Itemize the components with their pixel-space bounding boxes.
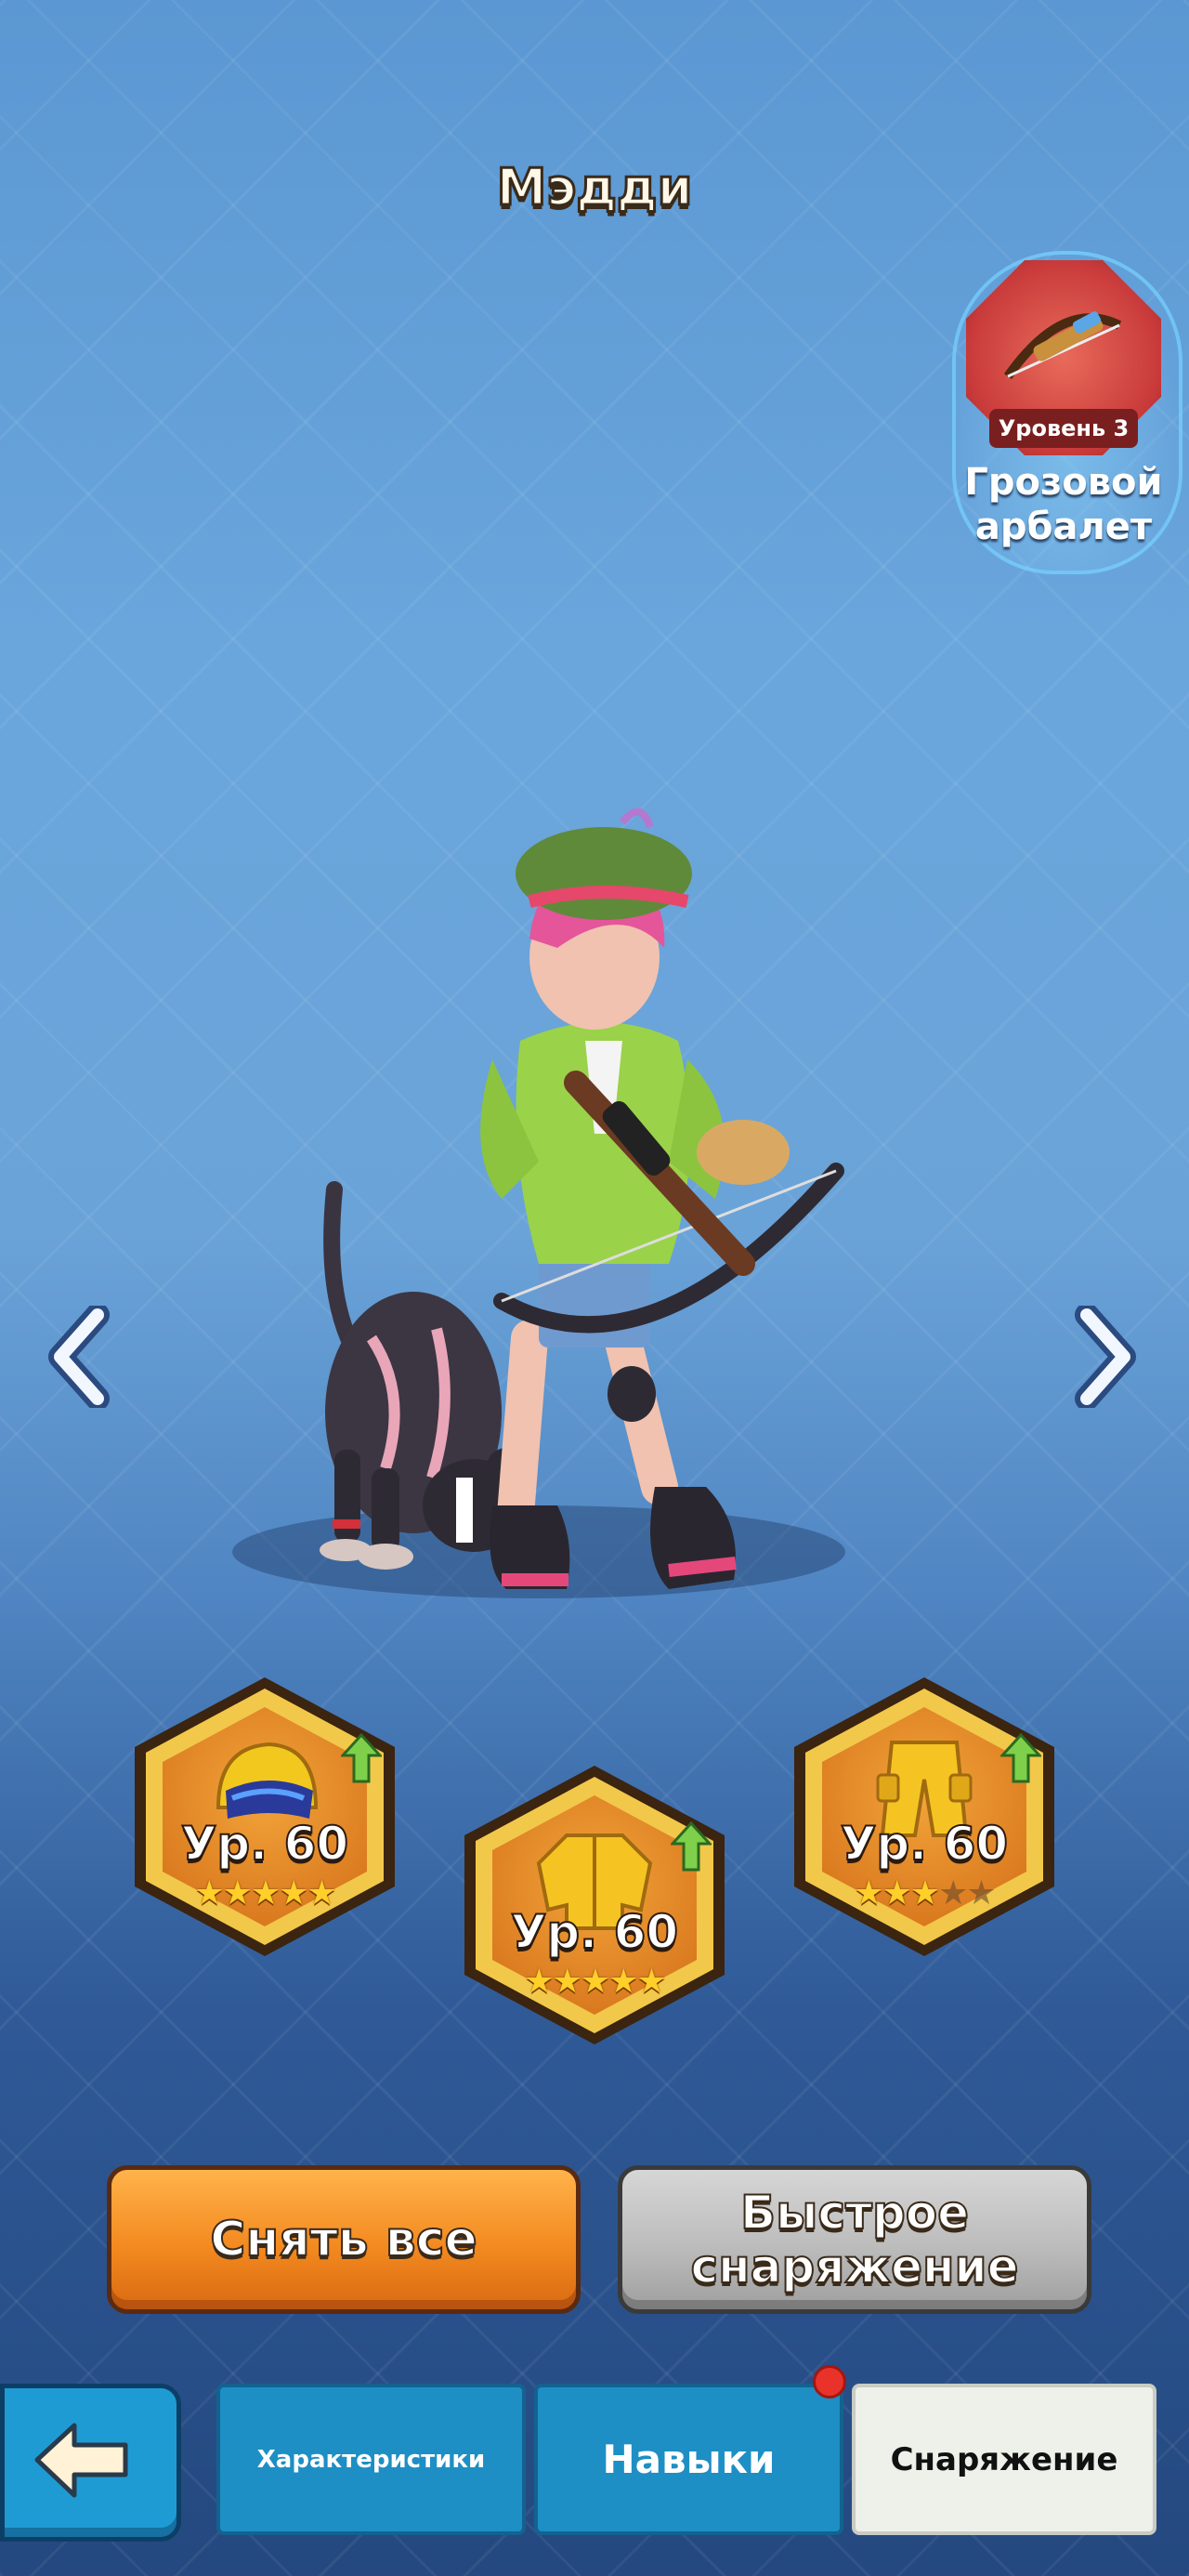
upgrade-arrow-icon <box>341 1733 382 1783</box>
gear-slot-helmet[interactable]: Ур. 60 ★★★★★ <box>135 1677 395 1956</box>
star-filled-icon: ★ <box>854 1874 883 1912</box>
star-filled-icon: ★ <box>194 1874 224 1912</box>
crossbow-icon <box>1003 311 1122 379</box>
star-filled-icon: ★ <box>307 1874 336 1912</box>
gear-slot-jacket[interactable]: Ур. 60 ★★★★★ <box>464 1766 725 2044</box>
gear-level: Ур. 60 <box>180 1816 349 1872</box>
star-filled-icon: ★ <box>250 1874 281 1912</box>
upgrade-arrow-icon <box>671 1821 712 1872</box>
upgrade-arrow-icon <box>1000 1733 1041 1783</box>
tab-skills-label: Навыки <box>602 2437 776 2482</box>
weapon-name: Грозовой арбалет <box>938 460 1189 549</box>
weapon-name-line1: Грозовой <box>964 461 1163 504</box>
star-filled-icon: ★ <box>608 1963 638 2001</box>
weapon-badge[interactable]: Уровень 3 Грозовой арбалет <box>952 251 1182 574</box>
weapon-level: Уровень 3 <box>989 409 1138 448</box>
tab-characteristics[interactable]: Характеристики <box>216 2384 526 2535</box>
tab-skills[interactable]: Навыки <box>534 2384 843 2535</box>
star-empty-icon: ★ <box>966 1874 996 1912</box>
star-filled-icon: ★ <box>222 1874 253 1912</box>
star-filled-icon: ★ <box>909 1874 940 1912</box>
star-filled-icon: ★ <box>524 1963 554 2001</box>
gear-stars: ★★★★★ <box>794 1874 1054 1912</box>
star-filled-icon: ★ <box>882 1874 912 1912</box>
gear-stars: ★★★★★ <box>464 1963 725 2001</box>
girl-hero <box>480 808 844 1589</box>
star-filled-icon: ★ <box>552 1963 582 2001</box>
gear-slot-pants[interactable]: Ур. 60 ★★★★★ <box>794 1677 1054 1956</box>
gear-level: Ур. 60 <box>840 1816 1009 1872</box>
back-button[interactable] <box>0 2384 181 2542</box>
quick-equip-label-line2: снаряжение <box>690 2239 1020 2294</box>
next-hero-button[interactable] <box>1068 1306 1143 1408</box>
star-filled-icon: ★ <box>279 1874 308 1912</box>
chevron-right-icon <box>1075 1306 1136 1408</box>
gear-stars: ★★★★★ <box>135 1874 395 1912</box>
tab-characteristics-label: Характеристики <box>256 2445 486 2474</box>
weapon-name-line2: арбалет <box>974 506 1153 548</box>
notification-badge <box>813 2365 846 2399</box>
hero-model <box>232 808 845 1598</box>
remove-all-button[interactable]: Снять все <box>107 2165 581 2314</box>
star-filled-icon: ★ <box>580 1963 610 2001</box>
quick-equip-button[interactable]: Быстрое снаряжение <box>618 2165 1091 2314</box>
tab-equipment[interactable]: Снаряжение <box>852 2384 1156 2535</box>
tab-equipment-label: Снаряжение <box>890 2440 1118 2478</box>
quick-equip-label-line1: Быстрое <box>739 2185 970 2241</box>
chevron-left-icon <box>48 1306 110 1408</box>
back-arrow-icon <box>34 2423 128 2498</box>
star-filled-icon: ★ <box>636 1963 666 2001</box>
gear-level: Ур. 60 <box>510 1904 679 1960</box>
prev-hero-button[interactable] <box>42 1306 116 1408</box>
remove-all-label: Снять все <box>209 2211 478 2268</box>
hero-name: Мэдди <box>495 157 694 218</box>
star-empty-icon: ★ <box>938 1874 968 1912</box>
